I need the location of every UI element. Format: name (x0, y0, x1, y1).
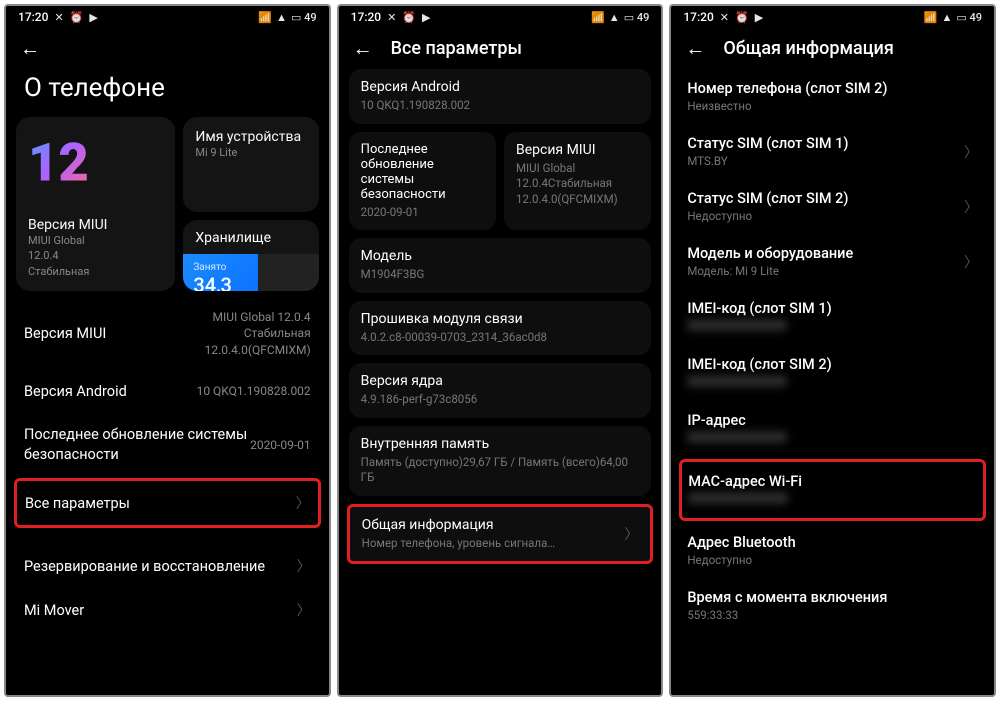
signal-icon: 📶 (258, 11, 272, 24)
wifi-icon: ▲ (941, 11, 952, 24)
back-icon[interactable]: ← (685, 36, 705, 61)
miui12-logo: 12 (28, 129, 128, 199)
row-title: Время с момента включения (687, 589, 887, 606)
mute-icon: ✕ (54, 11, 63, 24)
page-title: О телефоне (6, 69, 329, 117)
block-baseband[interactable]: Прошивка модуля связи 4.0.2.c8-00039-070… (349, 301, 652, 356)
chevron-right-icon: 〉 (964, 252, 978, 272)
battery-icon: ▭ 49 (291, 11, 317, 24)
mute-icon: ✕ (720, 11, 729, 24)
block-security-update[interactable]: Последнее обновление системы безопасност… (349, 132, 496, 231)
device-label: Имя устройства (195, 129, 306, 145)
chevron-right-icon: 〉 (297, 600, 311, 620)
info-row: IMEI-код (слот SIM 2) (681, 345, 984, 401)
signal-icon: 📶 (924, 11, 938, 24)
row-title: Номер телефона (слот SIM 2) (687, 80, 887, 97)
chevron-right-icon: 〉 (296, 493, 310, 513)
row-sub: Недоступно (687, 553, 795, 567)
video-icon: ▶ (422, 11, 430, 24)
battery-icon: ▭ 49 (624, 11, 650, 24)
info-row: IP-адрес (681, 401, 984, 457)
status-bar: 17:20 ✕ ⏰ ▶ 📶 ▲ ▭ 49 (671, 6, 994, 26)
device-name-card[interactable]: Имя устройства Mi 9 Lite (183, 117, 318, 212)
miui-version-card[interactable]: 12 Версия MIUI MIUI Global12.0.4Стабильн… (16, 117, 175, 291)
row-mi-mover[interactable]: Mi Mover 〉 (16, 588, 319, 632)
info-row[interactable]: Модель и оборудование Модель: Mi 9 Lite 〉 (681, 234, 984, 289)
row-all-params[interactable]: Все параметры 〉 (14, 478, 321, 528)
row-title: Модель и оборудование (687, 245, 853, 262)
row-backup[interactable]: Резервирование и восстановление 〉 (16, 544, 319, 588)
device-value: Mi 9 Lite (195, 145, 306, 160)
storage-bar: Занято 34,3 ГБ / 64 ГБ (183, 254, 318, 291)
storage-label: Хранилище (183, 220, 318, 254)
row-sub: MTS.BY (687, 154, 848, 168)
row-title: Статус SIM (слот SIM 2) (687, 190, 848, 207)
battery-icon: ▭ 49 (956, 11, 982, 24)
svg-text:12: 12 (28, 132, 89, 194)
row-title: Статус SIM (слот SIM 1) (687, 135, 848, 152)
row-sub (687, 375, 831, 390)
phone-screen-about: 17:20 ✕ ⏰ ▶ 📶 ▲ ▭ 49 ← О телефоне 12 Вер… (4, 4, 331, 697)
row-title: IMEI-код (слот SIM 1) (687, 300, 831, 317)
info-row: MAC-адрес Wi-Fi (679, 459, 986, 521)
chevron-right-icon: 〉 (297, 556, 311, 576)
header: ← Все параметры (339, 26, 662, 69)
row-title: IMEI-код (слот SIM 2) (687, 356, 831, 373)
phone-screen-all-params: 17:20 ✕ ⏰ ▶ 📶 ▲ ▭ 49 ← Все параметры Вер… (337, 4, 664, 697)
status-bar: 17:20 ✕ ⏰ ▶ 📶 ▲ ▭ 49 (339, 6, 662, 26)
info-row[interactable]: Статус SIM (слот SIM 1) MTS.BY 〉 (681, 124, 984, 179)
chevron-right-icon: 〉 (964, 142, 978, 162)
block-general-info[interactable]: Общая информация Номер телефона, уровень… (347, 504, 654, 565)
phone-screen-general-info: 17:20 ✕ ⏰ ▶ 📶 ▲ ▭ 49 ← Общая информация … (669, 4, 996, 697)
wifi-icon: ▲ (276, 11, 287, 24)
block-kernel[interactable]: Версия ядра 4.9.186-perf-g73c8056 (349, 363, 652, 418)
row-title: IP-адрес (687, 412, 787, 429)
row-miui-version[interactable]: Версия MIUI MIUI Global 12.0.4 Стабильна… (16, 297, 319, 370)
row-sub: 559:33:33 (687, 608, 887, 622)
mute-icon: ✕ (387, 11, 396, 24)
video-icon: ▶ (755, 11, 763, 24)
header: ← Общая информация (671, 26, 994, 69)
page-title: Все параметры (391, 38, 522, 59)
row-sub (687, 431, 787, 446)
alarm-icon: ⏰ (70, 11, 84, 24)
back-icon[interactable]: ← (20, 36, 40, 61)
alarm-icon: ⏰ (735, 11, 749, 24)
block-model[interactable]: Модель M1904F3BG (349, 238, 652, 293)
chevron-right-icon: 〉 (964, 197, 978, 217)
back-icon[interactable]: ← (353, 36, 373, 61)
header: ← (6, 26, 329, 69)
block-internal-memory[interactable]: Внутренняя память Память (доступно)29,67… (349, 426, 652, 496)
row-android-version[interactable]: Версия Android 10 QKQ1.190828.002 (16, 370, 319, 414)
chevron-right-icon: 〉 (624, 524, 638, 544)
status-bar: 17:20 ✕ ⏰ ▶ 📶 ▲ ▭ 49 (6, 6, 329, 26)
info-row[interactable]: Статус SIM (слот SIM 2) Недоступно 〉 (681, 179, 984, 234)
row-sub: Недоступно (687, 209, 848, 223)
row-sub (688, 492, 802, 507)
block-android-version[interactable]: Версия Android 10 QKQ1.190828.002 (349, 69, 652, 124)
row-sub: Модель: Mi 9 Lite (687, 264, 853, 278)
wifi-icon: ▲ (609, 11, 620, 24)
status-time: 17:20 (18, 10, 48, 24)
row-title: Адрес Bluetooth (687, 534, 795, 551)
row-security-update[interactable]: Последнее обновление системы безопасност… (16, 413, 319, 476)
page-title: Общая информация (723, 38, 893, 59)
info-row: Адрес Bluetooth Недоступно (681, 523, 984, 578)
info-row: Номер телефона (слот SIM 2) Неизвестно (681, 69, 984, 124)
row-sub: Неизвестно (687, 99, 887, 113)
row-title: MAC-адрес Wi-Fi (688, 473, 802, 490)
info-row: IMEI-код (слот SIM 1) (681, 289, 984, 345)
alarm-icon: ⏰ (402, 11, 416, 24)
video-icon: ▶ (89, 11, 97, 24)
row-sub (687, 319, 831, 334)
signal-icon: 📶 (591, 11, 605, 24)
info-row: Время с момента включения 559:33:33 (681, 578, 984, 633)
storage-card[interactable]: Хранилище Занято 34,3 ГБ / 64 ГБ (183, 220, 318, 291)
miui-label: Версия MIUI (28, 217, 163, 233)
block-miui-version[interactable]: Версия MIUI MIUI Global 12.0.4Стабильная… (504, 132, 651, 231)
